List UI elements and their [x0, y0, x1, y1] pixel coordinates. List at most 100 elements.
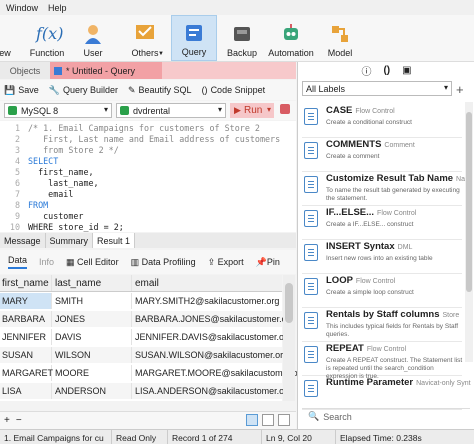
query-builder-icon: 🔧	[48, 84, 60, 95]
code-icon[interactable]: ()	[383, 65, 390, 76]
table-row[interactable]: BARBARA JONES BARBARA.JONES@sakilacustomer…	[0, 311, 295, 327]
chevron-down-icon: ▾	[103, 105, 108, 114]
toolbar-backup-button[interactable]: Backup	[224, 15, 260, 61]
line-number: 2	[14, 134, 20, 144]
table-cell[interactable]: MARY.SMITH2@sakilacustomer.org	[132, 293, 282, 309]
editor-line[interactable]: 3 from Store 2 */	[0, 145, 296, 155]
grid-header: first_name last_name email	[0, 275, 282, 292]
table-cell[interactable]: BARBARA	[0, 311, 52, 327]
snippet-item[interactable]: LOOP Flow Control Create a simple loop con…	[302, 272, 462, 308]
snippet-item[interactable]: Rentals by Staff columns Store This includ…	[302, 306, 462, 342]
table-cell[interactable]: SUSAN.WILSON@sakilacustomer.org	[132, 347, 288, 363]
column-header-first-name[interactable]: first_name	[0, 275, 52, 291]
toolbar-others-button[interactable]: Others ▼	[124, 15, 166, 61]
editor-line[interactable]: 2 First, Last name and Email address of …	[0, 134, 296, 144]
snippet-icon	[304, 278, 318, 295]
snippet-icon	[304, 244, 318, 261]
snippet-item[interactable]: COMMENTS Comment Create a comment	[302, 136, 462, 172]
editor-line[interactable]: 5 first_name,	[0, 167, 296, 177]
code-snippet-button[interactable]: () Code Snippet	[202, 85, 266, 95]
table-cell[interactable]: MARGARET	[0, 365, 53, 381]
table-row[interactable]: SUSAN WILSON SUSAN.WILSON@sakilacustomer.o…	[0, 347, 288, 363]
table-cell[interactable]: WILSON	[52, 347, 132, 363]
database-select[interactable]: dvdrental ▾	[116, 103, 226, 118]
table-cell[interactable]: JENNIFER.DAVIS@sakilacustomer.org	[132, 329, 292, 345]
image-icon[interactable]: ▣	[402, 65, 411, 76]
table-row[interactable]: MARY SMITH MARY.SMITH2@sakilacustomer.org	[0, 293, 282, 309]
add-record-button[interactable]: +	[4, 415, 10, 426]
editor-line[interactable]: 6 last_name,	[0, 178, 296, 188]
table-cell[interactable]: JENNIFER	[0, 329, 52, 345]
table-cell[interactable]: MARGARET.MOORE@sakilacustomer.org	[132, 365, 306, 381]
toolbar-automation-button[interactable]: Automation	[266, 15, 316, 61]
table-row[interactable]: MARGARET MOORE MARGARET.MOORE@sakilacustom…	[0, 365, 306, 381]
text-view-button[interactable]	[278, 414, 290, 426]
editor-line[interactable]: 1 /* 1. Email Campaigns for customers of …	[0, 123, 296, 133]
column-header-last-name[interactable]: last_name	[52, 275, 132, 291]
table-cell[interactable]: BARBARA.JONES@sakilacustomer.org	[132, 311, 295, 327]
data-profiling-button[interactable]: ▥ Data Profiling	[131, 257, 196, 268]
table-cell[interactable]: JONES	[52, 311, 132, 327]
snippet-item[interactable]: IF...ELSE... Flow Control Create a IF...EL…	[302, 204, 462, 240]
snippet-item[interactable]: Runtime Parameter Navicat-only Synt	[302, 374, 471, 410]
model-icon	[329, 23, 351, 45]
table-cell[interactable]: LISA.ANDERSON@sakilacustomer.org	[132, 383, 292, 399]
editor-line[interactable]: 4 SELECT	[0, 156, 296, 166]
add-snippet-button[interactable]: +	[456, 82, 464, 97]
tab-summary[interactable]: Summary	[46, 233, 94, 248]
tab-result-1[interactable]: Result 1	[93, 233, 136, 248]
cell-editor-button[interactable]: ▦ Cell Editor	[66, 257, 119, 268]
tab-untitled-query[interactable]: * Untitled - Query	[50, 62, 162, 79]
table-cell[interactable]: MARY	[0, 293, 52, 309]
table-cell[interactable]: DAVIS	[52, 329, 132, 345]
play-icon: ▶	[234, 105, 241, 115]
table-cell[interactable]: LISA	[0, 383, 52, 399]
beautify-sql-button[interactable]: ✎ Beautify SQL	[128, 85, 192, 96]
scrollbar-thumb[interactable]	[285, 283, 293, 323]
table-cell[interactable]: ANDERSON	[52, 383, 132, 399]
editor-line[interactable]: 8 FROM	[0, 200, 296, 210]
form-view-button[interactable]	[262, 414, 274, 426]
toolbar-user-button[interactable]: User	[78, 15, 108, 61]
pin-button[interactable]: 📌Pin	[256, 257, 280, 268]
table-cell[interactable]: SMITH	[52, 293, 132, 309]
export-button[interactable]: ⇪ Export	[208, 257, 244, 268]
tab-message[interactable]: Message	[0, 233, 46, 248]
snippet-item[interactable]: INSERT Syntax DML Insert new rows into an …	[302, 238, 462, 274]
editor-line[interactable]: 9 customer	[0, 211, 296, 221]
snippet-description: Create a conditional construct	[326, 119, 412, 126]
save-button[interactable]: 💾 Save	[4, 85, 39, 96]
connection-select[interactable]: MySQL 8 ▾	[4, 103, 112, 118]
table-row[interactable]: JENNIFER DAVIS JENNIFER.DAVIS@sakilacustom…	[0, 329, 292, 345]
editor-line[interactable]: 10 WHERE store_id = 2;	[0, 222, 296, 232]
toolbar-new-button[interactable]: ew	[0, 15, 16, 61]
scrollbar-thumb[interactable]	[466, 112, 472, 292]
menu-window[interactable]: Window	[6, 3, 38, 13]
snippet-search[interactable]: 🔍 Search	[302, 408, 470, 424]
table-cell[interactable]: SUSAN	[0, 347, 52, 363]
tab-data[interactable]: Data	[8, 255, 28, 269]
label-filter-select[interactable]: All Labels ▾	[302, 81, 452, 96]
grid-scrollbar[interactable]	[283, 275, 295, 401]
table-cell[interactable]: MOORE	[52, 365, 132, 381]
tab-info[interactable]: Info	[39, 257, 54, 267]
toolbar-function-button[interactable]: f(x) Function	[26, 15, 68, 61]
snippet-item[interactable]: CASE Flow Control Create a conditional con…	[302, 102, 462, 138]
editor-line[interactable]: 7 email	[0, 189, 296, 199]
tab-objects[interactable]: Objects	[0, 62, 50, 79]
query-builder-button[interactable]: 🔧 Query Builder	[49, 85, 118, 96]
toolbar-model-button[interactable]: Model	[324, 15, 356, 61]
snippet-scrollbar[interactable]	[465, 102, 473, 362]
stop-button[interactable]	[280, 104, 290, 114]
grid-view-button[interactable]	[246, 414, 258, 426]
sql-editor[interactable]: 1 /* 1. Email Campaigns for customers of …	[0, 121, 296, 232]
snippet-item[interactable]: Customize Result Tab Name Nav To name the …	[302, 170, 469, 206]
column-header-email[interactable]: email	[132, 275, 282, 291]
toolbar-query-button[interactable]: Query	[171, 15, 217, 61]
run-button[interactable]: ▶ Run ▾	[230, 103, 274, 118]
info-icon[interactable]: ⓘ	[361, 63, 371, 78]
table-row[interactable]: LISA ANDERSON LISA.ANDERSON@sakilacustomer…	[0, 383, 292, 399]
snippet-item[interactable]: REPEAT Flow Control Create A REPEAT constr…	[302, 340, 462, 380]
delete-record-button[interactable]: −	[16, 415, 22, 426]
menu-help[interactable]: Help	[48, 3, 67, 13]
